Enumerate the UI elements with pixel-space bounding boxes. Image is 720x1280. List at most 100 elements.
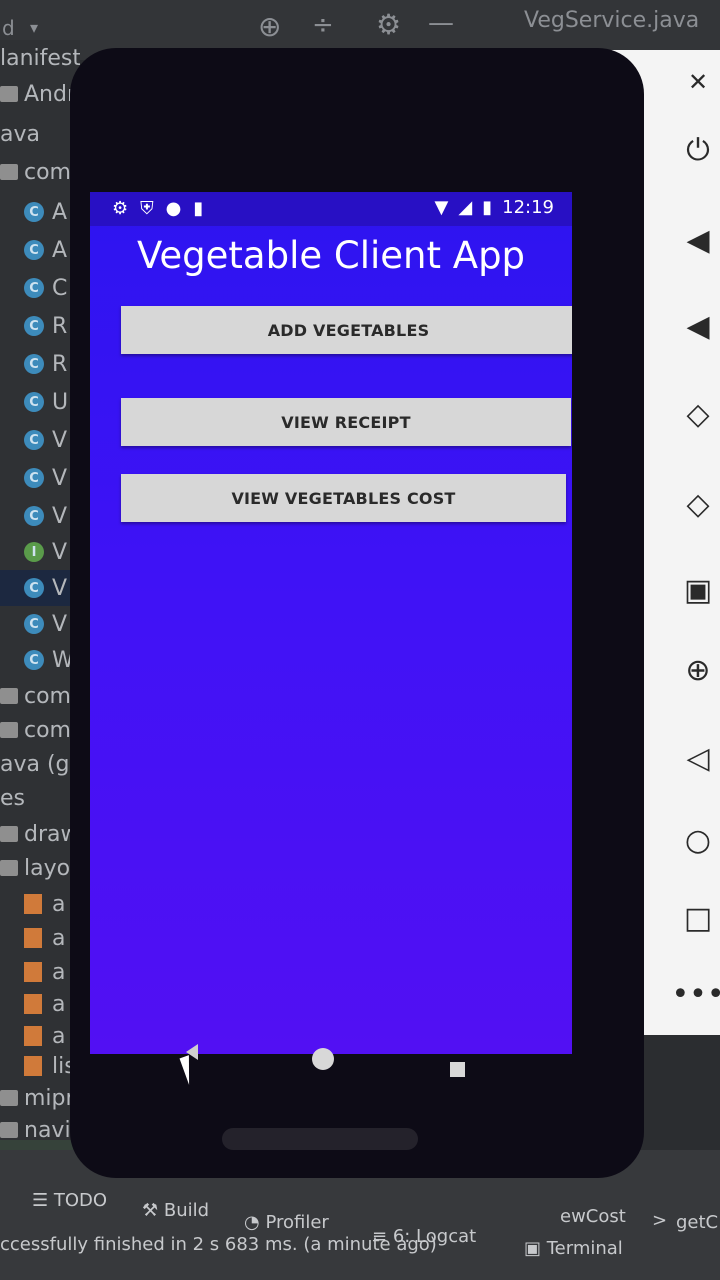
home-icon[interactable]: ○ [678,820,718,860]
editor-tab-vegservice[interactable]: VegService.java [524,8,699,33]
class-icon: C [24,316,44,336]
xml-file-icon [24,1026,42,1046]
back-icon[interactable]: ◁ [678,738,718,778]
breadcrumb-item[interactable]: getC [676,1212,718,1233]
breadcrumb-item[interactable]: ewCost [560,1206,626,1227]
class-icon: C [24,578,44,598]
tree-row-class[interactable]: CW [0,642,80,678]
tree-row-xml[interactable]: a [0,920,80,956]
tree-row-xml[interactable]: a [0,986,80,1022]
zoom-icon[interactable]: ⊕ [678,650,718,690]
tab-profiler[interactable]: ◔ Profiler [244,1212,329,1233]
class-icon: C [24,354,44,374]
power-icon[interactable]: ⏻ [678,130,718,170]
tree-row-label: V [52,539,68,565]
tree-row-class[interactable]: CR [0,346,80,382]
tree-row-label: V [52,503,68,529]
volume-up-icon[interactable]: ◀ [678,220,718,260]
add-vegetables-button[interactable]: ADD VEGETABLES [121,306,572,354]
tree-row-interface[interactable]: IV [0,534,80,570]
tab-build[interactable]: ⚒ Build [142,1200,209,1221]
tree-row-folder[interactable]: com [0,712,80,748]
android-status-bar: ⚙ ⛨ ● ▮ ▼ ◢ ▮ 12:19 [90,192,572,226]
volume-down-icon[interactable]: ◀ [678,306,718,346]
class-icon: C [24,240,44,260]
folder-icon [0,1090,18,1106]
tree-row-xml[interactable]: a [0,886,80,922]
tree-row-com[interactable]: com [0,154,80,190]
tree-row-label: ava [0,121,40,147]
tree-row-class[interactable]: CA [0,194,80,230]
tree-row-label: com [24,717,71,743]
tree-row-class[interactable]: CU [0,384,80,420]
tree-row-label: R [52,351,68,377]
tree-row-class[interactable]: CV [0,606,80,642]
tab-terminal[interactable]: ▣ Terminal [524,1238,623,1259]
tree-row-manifests[interactable]: lanifests [0,40,80,76]
tab-label: TODO [53,1190,108,1211]
device-screen: ⚙ ⛨ ● ▮ ▼ ◢ ▮ 12:19 Vegetable Client App… [90,192,572,1054]
gauge-icon: ◔ [244,1212,266,1233]
collapse-icon[interactable]: ÷ [312,10,334,40]
tree-row-java[interactable]: ava [0,116,80,152]
dot-icon: ● [165,198,182,219]
tab-label: Profiler [265,1212,329,1233]
rotate-right-icon[interactable]: ◇ [678,484,718,524]
tree-row-res[interactable]: es [0,780,80,816]
tree-row-class[interactable]: CV [0,422,80,458]
status-time: 12:19 [502,197,554,218]
terminal-icon: ▣ [524,1238,547,1259]
tree-row-mipmap[interactable]: mipr [0,1080,80,1116]
hammer-icon: ⚒ [142,1200,164,1221]
tree-row-label: com [24,159,71,185]
tree-row-xml[interactable]: lis [0,1048,80,1084]
close-icon[interactable]: ✕ [678,62,718,102]
tree-row-label: Andr [24,81,77,107]
minimize-icon[interactable]: — [428,8,454,38]
xml-file-icon [24,928,42,948]
tree-row-label: es [0,785,25,811]
tree-row-class[interactable]: CC [0,270,80,306]
tree-row-layout[interactable]: layo [0,850,80,886]
tree-row-android[interactable]: Andr [0,76,80,112]
xml-file-icon [24,1056,42,1076]
gear-icon[interactable]: ⚙ [376,8,401,41]
tree-row-label: a [52,891,66,917]
chevron-down-icon[interactable]: ▾ [30,18,38,37]
view-receipt-button[interactable]: VIEW RECEIPT [121,398,571,446]
tree-row-class[interactable]: CV [0,460,80,496]
class-icon: C [24,506,44,526]
tree-row-class[interactable]: CV [0,498,80,534]
status-message: ccessfully finished in 2 s 683 ms. (a mi… [0,1234,437,1255]
tree-row-xml[interactable]: a [0,954,80,990]
tree-row-label: lanifests [0,45,80,71]
class-icon: C [24,392,44,412]
tab-label: Terminal [546,1238,623,1259]
tree-row-label: com [24,683,71,709]
tree-row-drawable[interactable]: draw [0,816,80,852]
tab-label: Build [163,1200,210,1221]
folder-icon [0,86,18,102]
settings-icon: ⚙ [112,198,129,219]
xml-file-icon [24,962,42,982]
sd-card-icon: ▮ [193,198,204,219]
tree-row-folder[interactable]: com [0,678,80,714]
rotate-left-icon[interactable]: ◇ [678,394,718,434]
target-icon[interactable]: ⊕ [258,10,281,43]
tree-row-label: mipr [24,1085,75,1111]
tree-row-label: U [52,389,69,415]
tree-row-java-generated[interactable]: ava (ge [0,746,80,782]
tree-row-class-selected[interactable]: CV [0,570,80,606]
tree-row-class[interactable]: CA [0,232,80,268]
app-title: Vegetable Client App [136,234,526,277]
tree-row-label: A [52,199,68,225]
tree-row-class[interactable]: CR [0,308,80,344]
toolbar-fragment: d [2,16,15,40]
nav-home-icon[interactable] [312,1048,334,1070]
nav-recents-icon[interactable] [450,1062,465,1077]
camera-icon[interactable]: ▣ [678,570,718,610]
view-vegetables-cost-button[interactable]: VIEW VEGETABLES COST [121,474,566,522]
tab-todo[interactable]: ☰ TODO [32,1190,107,1211]
more-icon[interactable]: ••• [671,974,720,1014]
overview-icon[interactable]: □ [678,898,718,938]
